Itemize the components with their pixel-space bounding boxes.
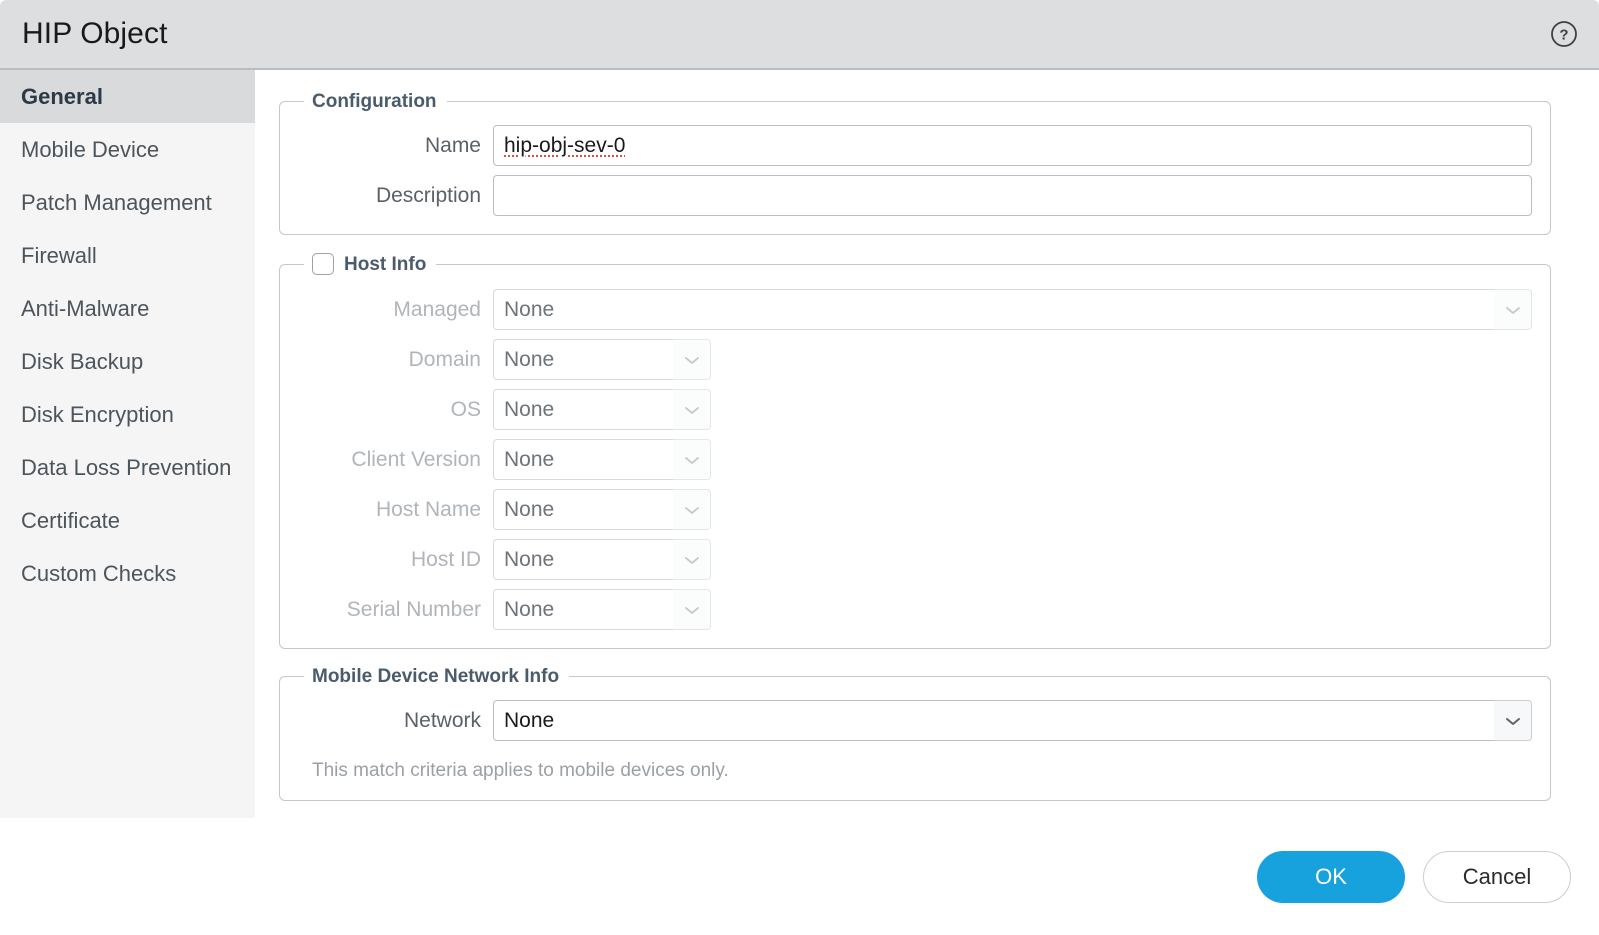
mobile-device-network-info-legend-label: Mobile Device Network Info (312, 666, 560, 687)
sidebar-item-firewall[interactable]: Firewall (0, 229, 255, 282)
managed-label: Managed (393, 297, 481, 321)
host-name-value: None (504, 497, 555, 521)
managed-row: Managed None (298, 289, 1532, 330)
name-input-value: hip-obj-sev-0 (504, 134, 626, 157)
mobile-device-network-info-group: Mobile Device Network Info Network None (279, 667, 1551, 801)
network-value: None (504, 708, 555, 732)
sidebar-item-anti-malware[interactable]: Anti-Malware (0, 282, 255, 335)
serial-number-value: None (504, 597, 555, 621)
dialog-sidebar: General Mobile Device Patch Management F… (0, 70, 255, 818)
client-version-label: Client Version (351, 447, 481, 471)
host-id-dropdown[interactable]: None (493, 539, 711, 580)
network-dropdown[interactable]: None (493, 700, 1532, 741)
serial-number-dropdown[interactable]: None (493, 589, 711, 630)
sidebar-item-disk-encryption[interactable]: Disk Encryption (0, 388, 255, 441)
name-row: Name hip-obj-sev-0 (298, 125, 1532, 166)
sidebar-item-general[interactable]: General (0, 70, 255, 123)
sidebar-item-patch-management[interactable]: Patch Management (0, 176, 255, 229)
host-id-row: Host ID None (298, 539, 1532, 580)
os-value: None (504, 397, 555, 421)
sidebar-item-label: Disk Encryption (21, 401, 174, 427)
cancel-button[interactable]: Cancel (1423, 850, 1571, 903)
sidebar-item-label: Certificate (21, 507, 121, 533)
client-version-row: Client Version None (298, 439, 1532, 480)
sidebar-item-custom-checks[interactable]: Custom Checks (0, 547, 255, 600)
mobile-device-network-info-legend: Mobile Device Network Info (304, 667, 569, 686)
sidebar-item-certificate[interactable]: Certificate (0, 494, 255, 547)
sidebar-item-label: General (21, 83, 103, 109)
dialog-body: General Mobile Device Patch Management F… (0, 70, 1599, 935)
chevron-down-icon (673, 389, 711, 430)
os-label: OS (450, 397, 481, 421)
sidebar-item-label: Anti-Malware (21, 295, 150, 321)
host-name-row: Host Name None (298, 489, 1532, 530)
host-name-label: Host Name (375, 497, 481, 521)
serial-number-row: Serial Number None (298, 589, 1532, 630)
dialog-content: Configuration Name hip-obj-sev-0 Descrip… (255, 70, 1599, 935)
chevron-down-icon (673, 439, 711, 480)
sidebar-item-label: Data Loss Prevention (21, 454, 232, 480)
managed-dropdown[interactable]: None (493, 289, 1532, 330)
chevron-down-icon (1494, 700, 1532, 741)
client-version-value: None (504, 447, 555, 471)
managed-value: None (504, 297, 555, 321)
chevron-down-icon (1494, 289, 1532, 330)
chevron-down-icon (673, 339, 711, 380)
hip-object-dialog: HIP Object ? General Mobile Device Patch… (0, 0, 1599, 935)
network-note: This match criteria applies to mobile de… (312, 760, 729, 781)
ok-button[interactable]: OK (1257, 850, 1405, 903)
serial-number-label: Serial Number (346, 597, 481, 621)
host-id-label: Host ID (410, 547, 481, 571)
host-id-value: None (504, 547, 555, 571)
domain-label: Domain (408, 347, 481, 371)
host-info-group: Host Info Managed None Domain None OS No… (279, 253, 1551, 649)
page-title: HIP Object (22, 17, 168, 50)
description-label: Description (375, 183, 481, 207)
host-name-dropdown[interactable]: None (493, 489, 711, 530)
domain-dropdown[interactable]: None (493, 339, 711, 380)
host-info-checkbox[interactable] (312, 253, 334, 275)
dialog-titlebar: HIP Object ? (0, 0, 1599, 70)
chevron-down-icon (673, 589, 711, 630)
domain-value: None (504, 347, 555, 371)
host-info-legend: Host Info (304, 253, 436, 275)
configuration-legend-label: Configuration (312, 91, 437, 112)
dialog-footer: OK Cancel (0, 818, 1599, 935)
domain-row: Domain None (298, 339, 1532, 380)
sidebar-item-disk-backup[interactable]: Disk Backup (0, 335, 255, 388)
sidebar-item-label: Disk Backup (21, 348, 144, 374)
client-version-dropdown[interactable]: None (493, 439, 711, 480)
sidebar-item-label: Custom Checks (21, 560, 177, 586)
sidebar-item-data-loss-prevention[interactable]: Data Loss Prevention (0, 441, 255, 494)
description-row: Description (298, 175, 1532, 216)
chevron-down-icon (673, 539, 711, 580)
name-label: Name (424, 133, 481, 157)
help-circle-icon[interactable]: ? (1549, 19, 1579, 49)
configuration-legend: Configuration (304, 92, 447, 111)
network-label: Network (403, 708, 481, 732)
sidebar-item-label: Mobile Device (21, 136, 160, 162)
svg-text:?: ? (1559, 27, 1568, 44)
os-dropdown[interactable]: None (493, 389, 711, 430)
configuration-group: Configuration Name hip-obj-sev-0 Descrip… (279, 92, 1551, 235)
host-info-legend-label: Host Info (344, 253, 427, 275)
network-row: Network None (298, 700, 1532, 741)
chevron-down-icon (673, 489, 711, 530)
name-input[interactable]: hip-obj-sev-0 (493, 125, 1532, 166)
sidebar-item-mobile-device[interactable]: Mobile Device (0, 123, 255, 176)
sidebar-item-label: Patch Management (21, 189, 212, 215)
description-input[interactable] (493, 175, 1532, 216)
os-row: OS None (298, 389, 1532, 430)
sidebar-item-label: Firewall (21, 242, 97, 268)
